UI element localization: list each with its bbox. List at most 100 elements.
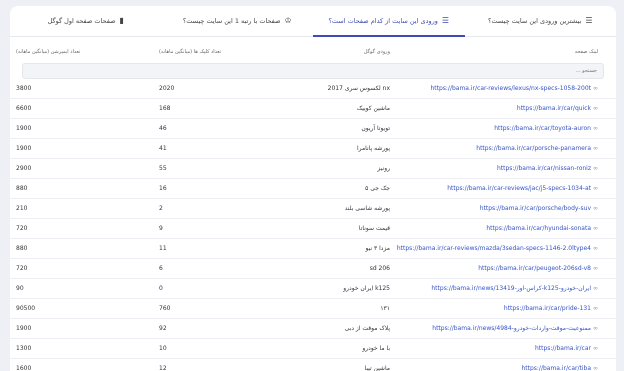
url-cell[interactable]: ∞ https://bama.ir/car/porsche/body-suv [396, 205, 616, 212]
table-row: ∞ https://bama.ir/car/nissan-roniz رونیز 55… [10, 159, 616, 179]
header-clicks: تعداد کلیک ها (میانگین ماهانه) [159, 49, 222, 55]
url-cell[interactable]: ∞ https://bama.ir/news/4984-ممنوعیت-موقت-… [396, 325, 616, 332]
url-cell[interactable]: ∞ https://bama.ir/car/pride-131 [396, 305, 616, 312]
link-icon: ∞ [593, 205, 598, 212]
url-cell[interactable]: ∞ https://bama.ir/car/peugeot-206sd-v8 [396, 265, 616, 272]
keyword-cell: k125 ایران خودرو [343, 285, 390, 292]
list-icon: ☰ [585, 16, 593, 25]
header-keyword: ورودی گوگل [363, 49, 390, 55]
link-icon: ∞ [593, 185, 598, 192]
clicks-cell: 9 [159, 225, 163, 232]
url-link[interactable]: https://bama.ir/car-reviews/jac/j5-specs… [447, 185, 591, 192]
clicks-cell: 2 [159, 205, 163, 212]
url-link[interactable]: https://bama.ir/car/hyundai-sonata [486, 225, 591, 232]
url-link[interactable]: https://bama.ir/car-reviews/lexus/nx-spe… [430, 85, 591, 92]
keyword-cell: ماشین کوییک [356, 105, 390, 112]
url-link[interactable]: https://bama.ir/news/13419-کراس-اور-k125… [431, 285, 591, 292]
url-cell[interactable]: ∞ https://bama.ir/car/tiba [396, 365, 616, 371]
table-row: ∞ https://bama.ir/car/hyundai-sonata قیمت … [10, 219, 616, 239]
tab-1[interactable]: ☰ بیشترین ورودی این سایت چیست؟ [465, 6, 617, 36]
url-cell[interactable]: ∞ https://bama.ir/car [396, 345, 616, 352]
impressions-cell: 3800 [16, 85, 32, 92]
impressions-cell: 1900 [16, 145, 32, 152]
tab-4[interactable]: ▮ صفحات صفحه اول گوگل [10, 6, 162, 36]
url-cell[interactable]: ∞ https://bama.ir/car/toyota-auron [396, 125, 616, 132]
table-row: ∞ https://bama.ir/car/pride-131 ۱۳۱ 760 9050… [10, 299, 616, 319]
clicks-cell: 2020 [159, 85, 175, 92]
table-row: ∞ https://bama.ir/news/4984-ممنوعیت-موقت-… [10, 319, 616, 339]
clicks-cell: 92 [159, 325, 167, 332]
keyword-cell: با ما خودرو [362, 345, 390, 352]
url-cell[interactable]: ∞ https://bama.ir/car-reviews/mazda/3seda… [396, 245, 616, 252]
tab-label: صفحات با رتبه 1 این سایت چیست؟ [182, 17, 281, 25]
url-link[interactable]: https://bama.ir/news/4984-ممنوعیت-موقت-و… [432, 325, 591, 332]
header-impressions: تعداد ایمپرشن (میانگین ماهانه) [16, 49, 81, 55]
url-link[interactable]: https://bama.ir/car/tiba [521, 365, 591, 371]
url-link[interactable]: https://bama.ir/car [535, 345, 591, 352]
url-cell[interactable]: ∞ https://bama.ir/car-reviews/lexus/nx-sp… [396, 85, 616, 92]
url-link[interactable]: https://bama.ir/car/toyota-auron [494, 125, 591, 132]
url-link[interactable]: https://bama.ir/car/nissan-roniz [497, 165, 591, 172]
clicks-cell: 11 [159, 245, 167, 252]
tab-3[interactable]: ♔ صفحات با رتبه 1 این سایت چیست؟ [162, 6, 314, 36]
tab-label: ورودی این سایت از کدام صفحات است؟ [328, 17, 438, 25]
url-link[interactable]: https://bama.ir/car/peugeot-206sd-v8 [478, 265, 591, 272]
keyword-cell: پلاک موقت از دبی [344, 325, 390, 332]
keyword-cell: مزدا ۳ نیو [365, 245, 390, 252]
clicks-cell: 46 [159, 125, 167, 132]
impressions-cell: 6600 [16, 105, 32, 112]
link-icon: ∞ [593, 125, 598, 132]
keyword-cell: ۱۳۱ [380, 305, 390, 312]
keyword-cell: ماشین تیبا [364, 365, 390, 371]
url-link[interactable]: https://bama.ir/car-reviews/mazda/3sedan… [397, 245, 591, 252]
tab-label: بیشترین ورودی این سایت چیست؟ [488, 17, 582, 25]
url-link[interactable]: https://bama.ir/car/pride-131 [504, 305, 591, 312]
table-row: ∞ https://bama.ir/car/tiba ماشین تیبا 12 160… [10, 359, 616, 371]
link-icon: ∞ [593, 245, 598, 252]
link-icon: ∞ [593, 265, 598, 272]
impressions-cell: 720 [16, 265, 28, 272]
clicks-cell: 168 [159, 105, 171, 112]
clicks-cell: 55 [159, 165, 167, 172]
link-icon: ∞ [593, 85, 598, 92]
tab-2[interactable]: ☰ ورودی این سایت از کدام صفحات است؟ [313, 6, 465, 37]
impressions-cell: 880 [16, 185, 28, 192]
url-link[interactable]: https://bama.ir/car/porsche-panamera [476, 145, 591, 152]
clicks-cell: 0 [159, 285, 163, 292]
table-row: ∞ https://bama.ir/car/toyota-auron تویوتا … [10, 119, 616, 139]
clicks-cell: 41 [159, 145, 167, 152]
table-body: ∞ https://bama.ir/car-reviews/lexus/nx-sp… [10, 79, 616, 371]
url-cell[interactable]: ∞ https://bama.ir/news/13419-کراس-اور-k12… [396, 285, 616, 292]
url-link[interactable]: https://bama.ir/car/quick [517, 105, 591, 112]
url-cell[interactable]: ∞ https://bama.ir/car/hyundai-sonata [396, 225, 616, 232]
clicks-cell: 6 [159, 265, 163, 272]
keyword-cell: قیمت سوناتا [358, 225, 390, 232]
impressions-cell: 1600 [16, 365, 32, 371]
keyword-cell: 206 sd [369, 265, 390, 272]
table-row: ∞ https://bama.ir/car/quick ماشین کوییک 168… [10, 99, 616, 119]
url-link[interactable]: https://bama.ir/car/porsche/body-suv [480, 205, 591, 212]
clicks-cell: 12 [159, 365, 167, 371]
impressions-cell: 2900 [16, 165, 32, 172]
search-input[interactable] [397, 68, 597, 74]
keyword-cell: پورشه پانامرا [356, 145, 390, 152]
impressions-cell: 1300 [16, 345, 32, 352]
url-cell[interactable]: ∞ https://bama.ir/car/nissan-roniz [396, 165, 616, 172]
url-cell[interactable]: ∞ https://bama.ir/car/quick [396, 105, 616, 112]
list-icon: ☰ [441, 16, 450, 25]
impressions-cell: 90 [16, 285, 24, 292]
keyword-cell: رونیز [377, 165, 390, 172]
table-header: لینک صفحه ورودی گوگل تعداد کلیک ها (میان… [10, 41, 616, 63]
keyword-cell: جک جی ۵ [365, 185, 390, 192]
link-icon: ∞ [593, 225, 598, 232]
keyword-cell: تویوتا آریون [361, 125, 390, 132]
table-row: ∞ https://bama.ir/news/13419-کراس-اور-k12… [10, 279, 616, 299]
url-cell[interactable]: ∞ https://bama.ir/car-reviews/jac/j5-spec… [396, 185, 616, 192]
table-row: ∞ https://bama.ir/car-reviews/mazda/3seda… [10, 239, 616, 259]
link-icon: ∞ [593, 365, 598, 371]
table-row: ∞ https://bama.ir/car/porsche/body-suv پور… [10, 199, 616, 219]
url-cell[interactable]: ∞ https://bama.ir/car/porsche-panamera [396, 145, 616, 152]
tab-label: صفحات صفحه اول گوگل [47, 17, 116, 25]
impressions-cell: 880 [16, 245, 28, 252]
table-row: ∞ https://bama.ir/car-reviews/lexus/nx-sp… [10, 79, 616, 99]
